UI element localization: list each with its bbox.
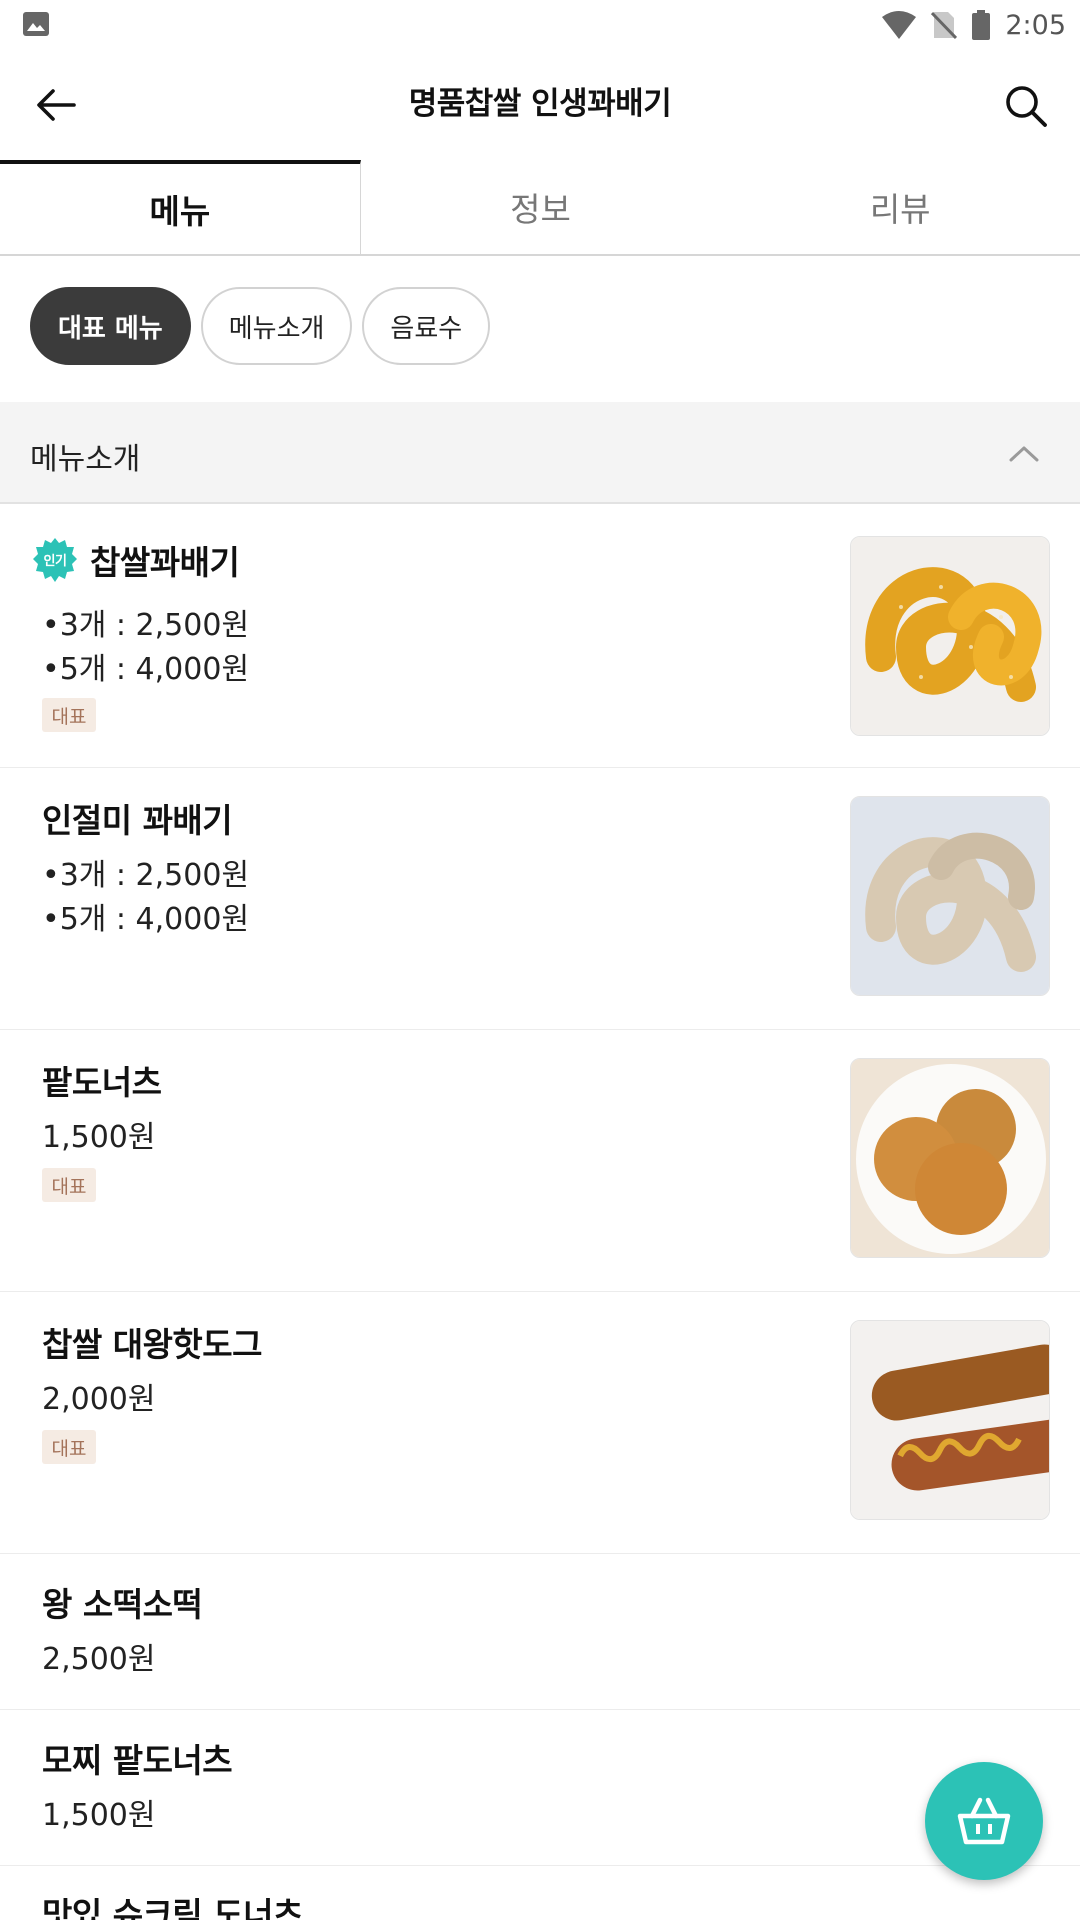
menu-item-price: 2,500원 <box>42 1642 156 1677</box>
menu-item-photo <box>850 1320 1050 1520</box>
search-button[interactable] <box>998 78 1054 134</box>
battery-icon <box>972 10 991 40</box>
menu-item[interactable]: 왕 소떡소떡 2,500원 <box>0 1554 1080 1710</box>
search-icon <box>1006 86 1047 127</box>
tab-reviews[interactable]: 리뷰 <box>720 160 1080 254</box>
menu-item-name: 찹쌀꽈배기 <box>90 543 240 582</box>
menu-item-price: •3개 : 2,500원 <box>42 608 250 643</box>
menu-item-price: 1,500원 <box>42 1798 156 1833</box>
signature-badge: 대표 <box>42 1430 96 1464</box>
menu-item-name: 맛있 슈크림 도너츠 <box>42 1895 303 1920</box>
image-icon <box>23 12 49 36</box>
page-title: 명품찹쌀 인생꽈배기 <box>408 86 672 122</box>
menu-item-name: 모찌 팥도너츠 <box>42 1741 233 1780</box>
status-bar: 2:05 <box>0 0 1080 50</box>
menu-item-photo <box>850 1058 1050 1258</box>
chip-signature-menu[interactable]: 대표 메뉴 <box>30 287 191 365</box>
tab-menu[interactable]: 메뉴 <box>0 160 361 254</box>
menu-item[interactable]: 모찌 팥도너츠 1,500원 <box>0 1710 1080 1866</box>
section-title: 메뉴소개 <box>30 442 141 477</box>
menu-item-price: •5개 : 4,000원 <box>42 902 250 937</box>
chevron-up-icon[interactable] <box>1008 438 1040 468</box>
category-chips: 대표 메뉴 메뉴소개 음료수 <box>30 287 491 365</box>
svg-text:인기: 인기 <box>44 553 67 569</box>
menu-item[interactable]: 인절미 꽈배기 •3개 : 2,500원 •5개 : 4,000원 <box>0 768 1080 1030</box>
menu-item-name: 찹쌀 대왕핫도그 <box>42 1325 263 1364</box>
menu-item-photo <box>850 796 1050 996</box>
signature-badge: 대표 <box>42 698 96 732</box>
menu-item-price: •5개 : 4,000원 <box>42 652 250 687</box>
menu-item-price: •3개 : 2,500원 <box>42 858 250 893</box>
menu-item[interactable]: 찹쌀 대왕핫도그 2,000원 대표 <box>0 1292 1080 1554</box>
menu-item-title: 인기 찹쌀꽈배기 <box>33 536 240 584</box>
menu-item-price: 2,000원 <box>42 1382 156 1417</box>
chip-drinks[interactable]: 음료수 <box>362 287 491 365</box>
popular-badge-icon: 인기 <box>33 538 77 582</box>
cart-button[interactable] <box>925 1762 1043 1880</box>
menu-item-name: 인절미 꽈배기 <box>42 801 233 840</box>
menu-item-photo <box>850 536 1050 736</box>
basket-icon <box>957 1797 1011 1845</box>
wifi-icon <box>882 11 917 39</box>
chip-menu-intro[interactable]: 메뉴소개 <box>200 287 353 365</box>
signature-badge: 대표 <box>42 1168 96 1202</box>
status-time: 2:05 <box>1005 9 1066 41</box>
menu-item[interactable]: 인기 찹쌀꽈배기 •3개 : 2,500원 •5개 : 4,000원 대표 <box>0 506 1080 768</box>
menu-item[interactable]: 맛있 슈크림 도너츠 <box>0 1866 1080 1920</box>
section-header[interactable]: 메뉴소개 <box>0 402 1080 504</box>
menu-item-price: 1,500원 <box>42 1120 156 1155</box>
tab-bar: 메뉴 정보 리뷰 <box>0 160 1080 256</box>
tab-info[interactable]: 정보 <box>361 160 721 254</box>
menu-item[interactable]: 팥도너츠 1,500원 대표 <box>0 1030 1080 1292</box>
menu-item-name: 팥도너츠 <box>42 1063 162 1102</box>
no-sim-icon <box>931 11 958 40</box>
menu-item-name: 왕 소떡소떡 <box>42 1585 203 1624</box>
app-bar: 명품찹쌀 인생꽈배기 <box>0 50 1080 160</box>
